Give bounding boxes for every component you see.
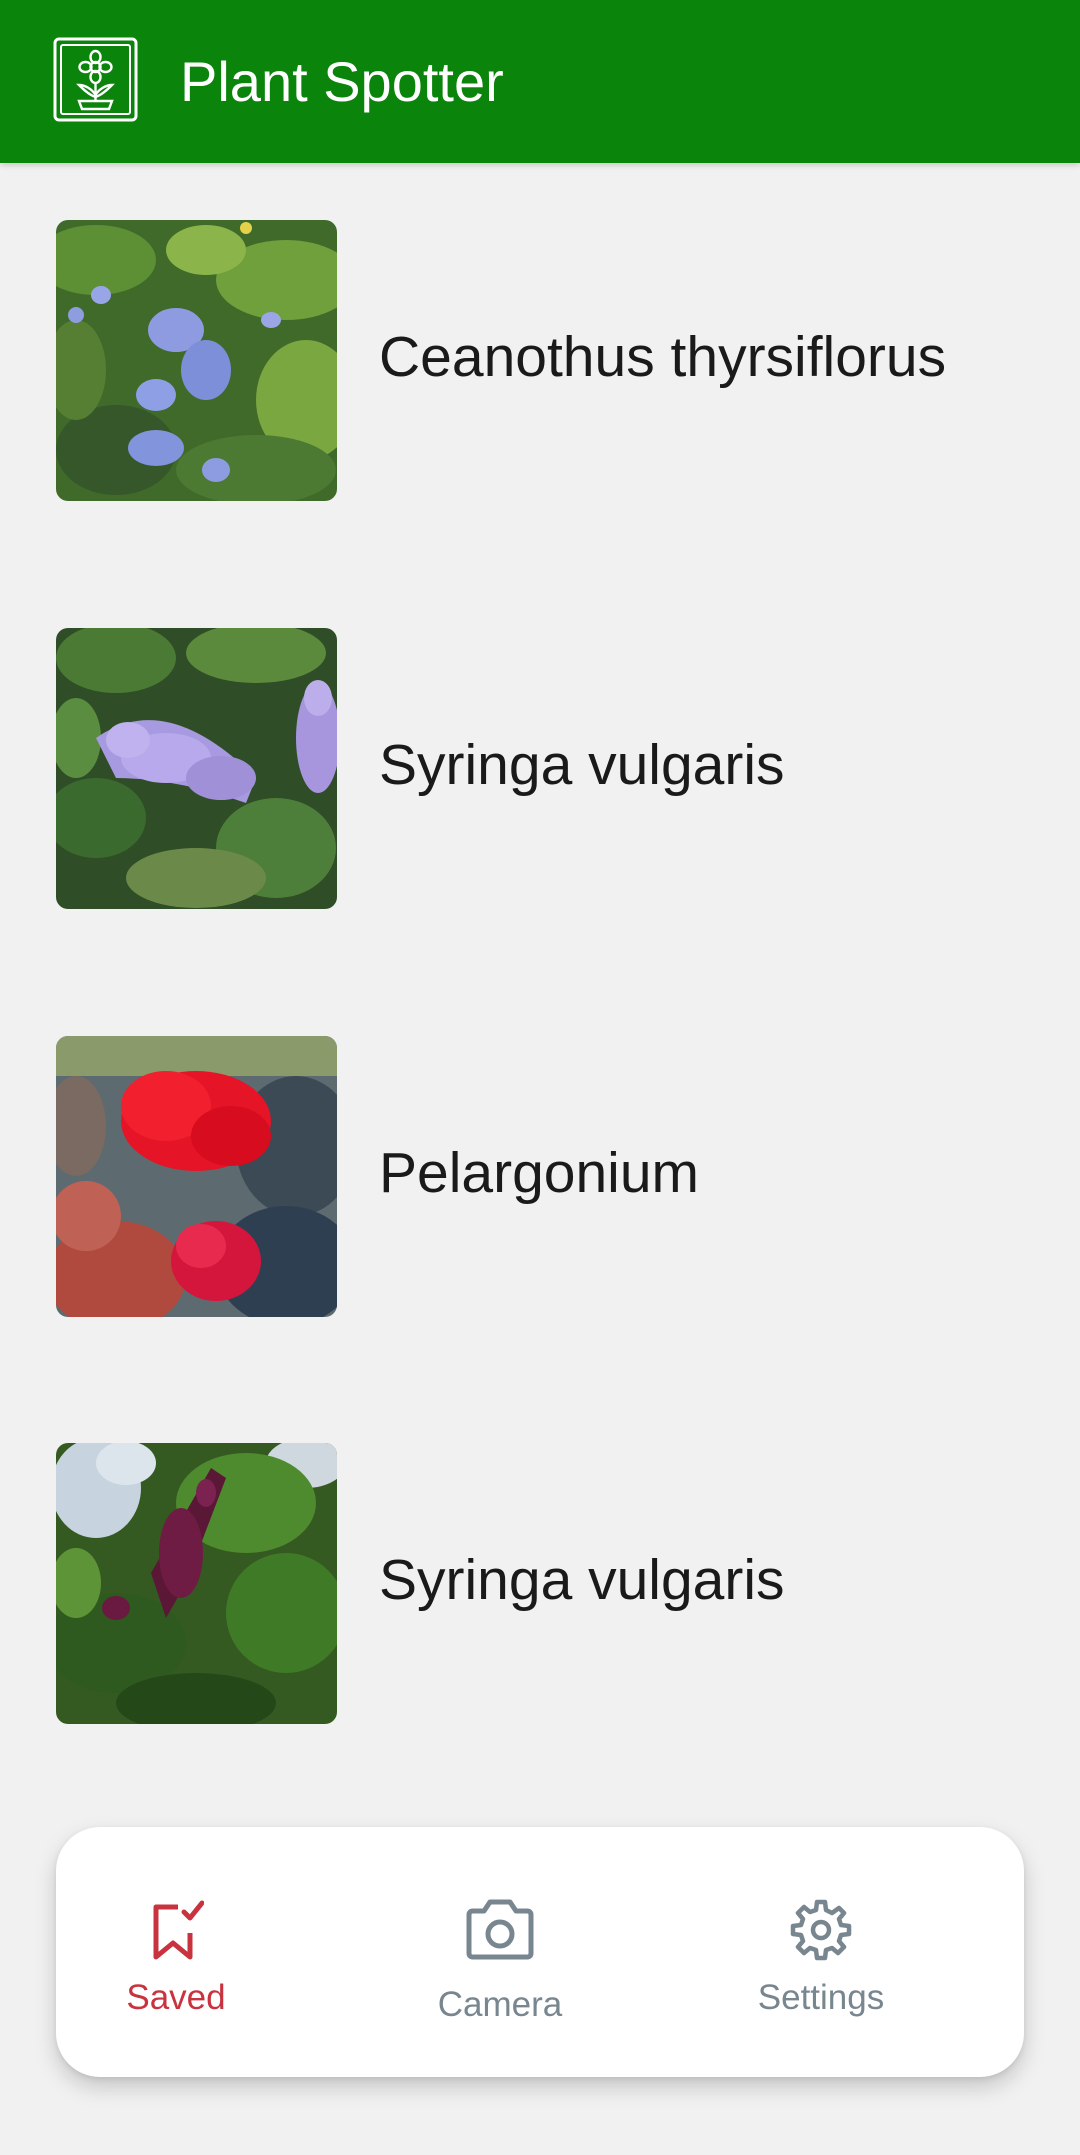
plant-thumbnail	[56, 628, 337, 909]
nav-camera-button[interactable]: Camera	[380, 1827, 620, 2077]
gear-icon	[790, 1899, 852, 1961]
app-title: Plant Spotter	[180, 50, 504, 113]
plant-thumbnail	[56, 1443, 337, 1724]
camera-icon	[466, 1899, 534, 1960]
plant-name: Pelargonium	[379, 1141, 700, 1205]
list-item[interactable]: Syringa vulgaris	[0, 628, 1080, 910]
nav-camera-label: Camera	[437, 1985, 563, 2024]
flower-pot-icon	[53, 37, 138, 122]
bottom-navigation: Saved Camera Settings	[56, 1827, 1024, 2077]
bookmark-check-icon	[153, 1900, 204, 1960]
nav-saved-button[interactable]: Saved	[56, 1827, 296, 2077]
nav-settings-label: Settings	[757, 1978, 885, 2017]
app-bar: Plant Spotter	[0, 0, 1080, 163]
nav-settings-button[interactable]: Settings	[701, 1827, 941, 2077]
list-item[interactable]: Ceanothus thyrsiflorus	[0, 220, 1080, 502]
list-item[interactable]: Syringa vulgaris	[0, 1443, 1080, 1725]
list-item[interactable]: Pelargonium	[0, 1036, 1080, 1318]
plant-name: Syringa vulgaris	[379, 1548, 785, 1612]
plant-name: Ceanothus thyrsiflorus	[379, 325, 947, 389]
plant-thumbnail	[56, 220, 337, 501]
nav-saved-label: Saved	[126, 1978, 226, 2017]
plant-thumbnail	[56, 1036, 337, 1317]
plant-name: Syringa vulgaris	[379, 733, 785, 797]
